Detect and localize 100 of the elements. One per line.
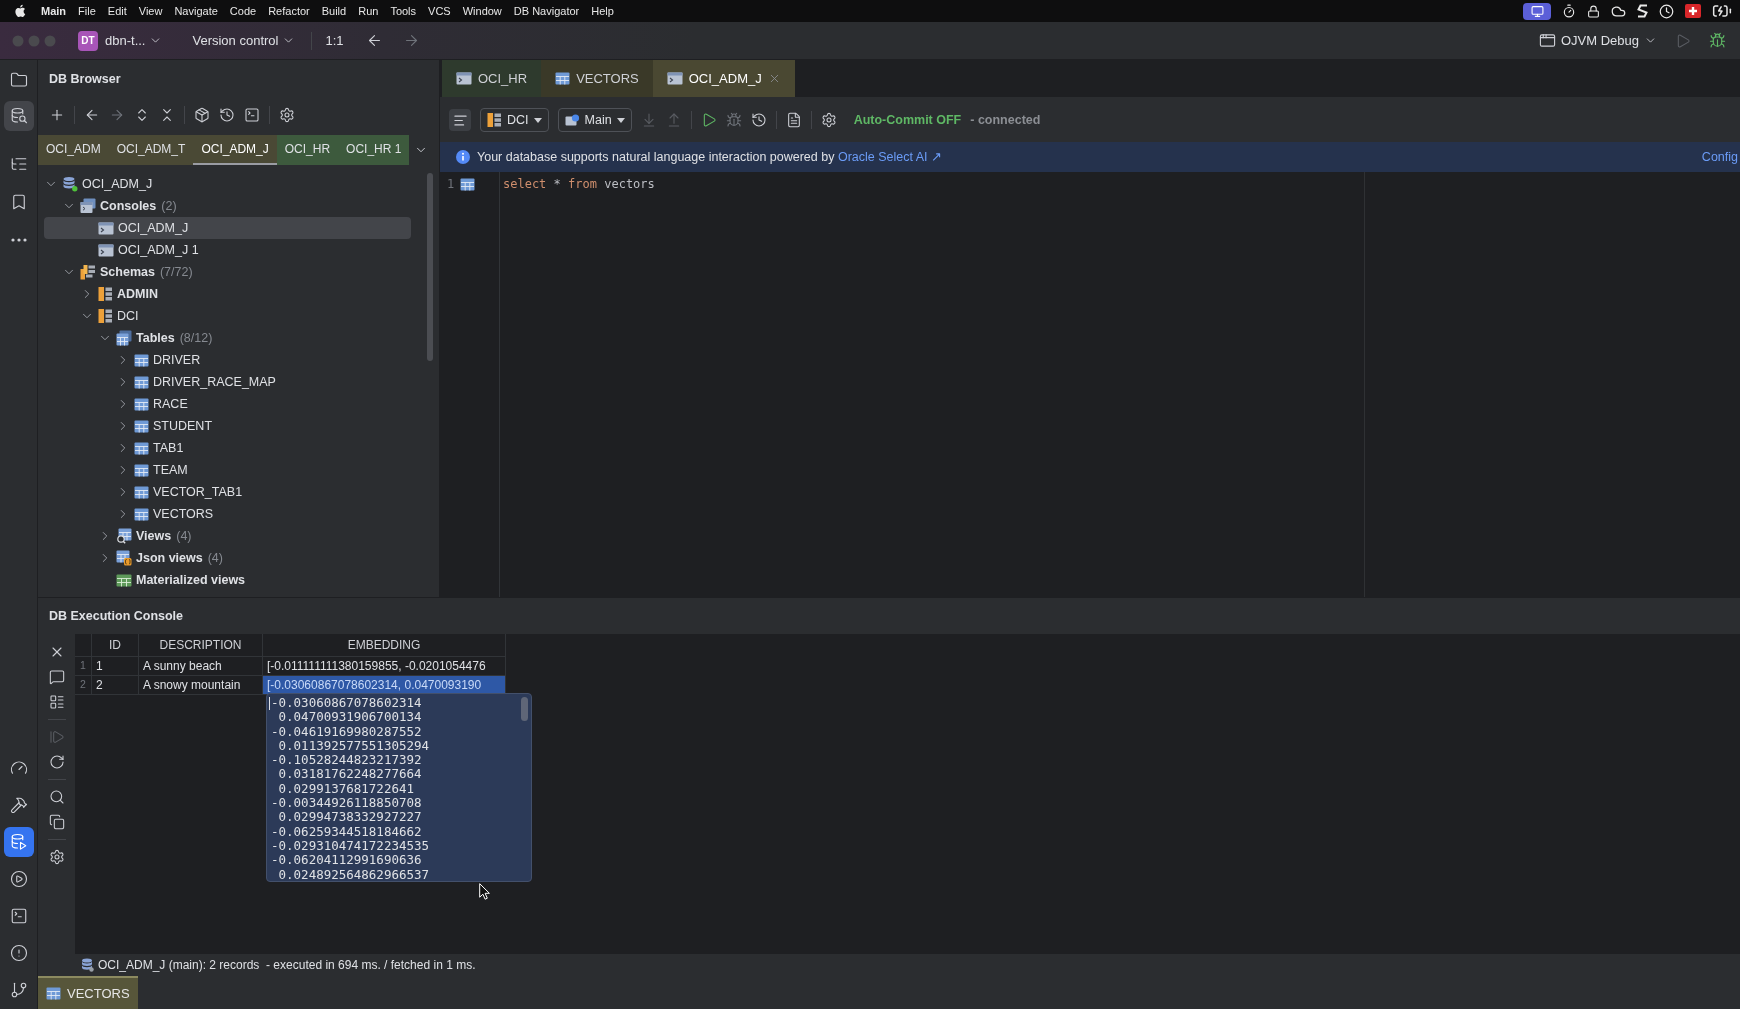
- schema-dropdown[interactable]: DCI: [480, 108, 549, 132]
- menu-item[interactable]: Help: [591, 2, 614, 20]
- database-icon: [81, 958, 94, 972]
- scrollbar-thumb[interactable]: [427, 173, 433, 361]
- tool-window-button[interactable]: [3, 827, 34, 857]
- history-icon[interactable]: [219, 107, 235, 123]
- tree-item[interactable]: Materialized views: [44, 569, 252, 591]
- screen-share-icon[interactable]: [1523, 2, 1551, 20]
- tree-item[interactable]: Consoles (2): [44, 195, 183, 217]
- mouse-pointer-icon: [479, 883, 490, 900]
- tree-item[interactable]: OCI_ADM_J: [44, 217, 411, 239]
- history-icon[interactable]: [750, 112, 767, 128]
- menu-item[interactable]: Build: [321, 2, 347, 20]
- apple-icon[interactable]: [14, 4, 26, 18]
- connection-tab[interactable]: OCI_HR: [276, 135, 339, 165]
- run-configuration-selector[interactable]: OJVM Debug: [1538, 30, 1657, 51]
- tree-item[interactable]: Json views (4): [44, 547, 229, 569]
- lock-icon[interactable]: [1587, 4, 1600, 18]
- table-icon: [134, 397, 149, 411]
- editor-tab[interactable]: OCI_ADM_J: [652, 60, 795, 97]
- tree-item[interactable]: STUDENT: [44, 415, 219, 437]
- editor-tab[interactable]: OCI_HR: [442, 60, 542, 97]
- terminal-icon[interactable]: [244, 107, 260, 123]
- timer-icon[interactable]: [1562, 4, 1576, 18]
- tree-item[interactable]: VECTOR_TAB1: [44, 481, 249, 503]
- connection-tab[interactable]: OCI_ADM_T: [108, 135, 194, 165]
- menu-item[interactable]: Run: [358, 2, 379, 20]
- document-icon[interactable]: [785, 112, 802, 128]
- copy-icon[interactable]: [48, 814, 65, 830]
- vcs-menu[interactable]: Version control: [192, 30, 296, 51]
- tree-item[interactable]: TEAM: [44, 459, 194, 481]
- session-dropdown[interactable]: Main: [557, 108, 632, 132]
- cloud-icon[interactable]: [1611, 3, 1626, 19]
- caret-down-icon: [533, 117, 542, 123]
- package-icon[interactable]: [194, 107, 210, 123]
- menu-item[interactable]: Edit: [107, 2, 127, 20]
- tree-item[interactable]: DRIVER: [44, 349, 207, 371]
- menu-item[interactable]: DB Navigator: [513, 2, 580, 20]
- project-selector[interactable]: dbn-t...: [105, 30, 163, 51]
- value-popup[interactable]: [266, 693, 532, 882]
- tree-item[interactable]: ADMIN: [44, 283, 164, 305]
- select-ai-link[interactable]: Oracle Select AI ↗: [837, 149, 943, 164]
- align-left-icon[interactable]: [449, 109, 471, 131]
- text-cursor: [269, 696, 270, 710]
- tree-item[interactable]: OCI_ADM_J 1: [44, 239, 205, 261]
- speech-bubble-icon[interactable]: [48, 669, 65, 685]
- connection-tab[interactable]: OCI_ADM: [38, 135, 109, 165]
- list-layout-icon[interactable]: [48, 694, 65, 710]
- menu-item[interactable]: Tools: [390, 2, 417, 20]
- line-number: 1: [447, 176, 455, 193]
- tree-item[interactable]: VECTORS: [44, 503, 220, 525]
- table-json-icon: [116, 550, 132, 566]
- forward-arrow-icon[interactable]: [109, 107, 125, 123]
- tree-item[interactable]: TAB1: [44, 437, 190, 459]
- config-link[interactable]: Config: [1701, 147, 1738, 167]
- settings-icon[interactable]: [820, 112, 837, 128]
- connection-tab[interactable]: OCI_HR 1: [338, 135, 410, 165]
- menu-item[interactable]: VCS: [428, 2, 451, 20]
- column-header[interactable]: DESCRIPTION: [139, 634, 263, 657]
- zigzag-icon[interactable]: [1637, 4, 1648, 18]
- column-header[interactable]: EMBEDDING: [263, 634, 506, 657]
- window-icon: [1538, 32, 1556, 49]
- column-header[interactable]: ID: [92, 634, 139, 657]
- tree-item[interactable]: Views (4): [44, 525, 198, 547]
- settings-icon[interactable]: [279, 107, 295, 123]
- result-tab[interactable]: VECTORS: [38, 976, 138, 1009]
- more-icon: [10, 238, 27, 242]
- tree-item[interactable]: DRIVER_RACE_MAP: [44, 371, 282, 393]
- search-icon[interactable]: [48, 789, 65, 805]
- menu-item[interactable]: Navigate: [174, 2, 218, 20]
- refresh-icon[interactable]: [48, 754, 65, 770]
- settings-icon[interactable]: [48, 849, 65, 865]
- flag-icon[interactable]: [1685, 4, 1701, 18]
- tool-window-button[interactable]: [3, 101, 34, 131]
- connection-tab[interactable]: OCI_ADM_J: [193, 135, 277, 165]
- tree-item[interactable]: DCI: [44, 305, 145, 327]
- debug-icon[interactable]: [725, 112, 742, 128]
- menu-item[interactable]: Main: [41, 2, 67, 20]
- vector-value: -0.06259344518184662: [271, 824, 422, 839]
- menu-item[interactable]: Window: [462, 2, 502, 20]
- scrollbar-thumb[interactable]: [521, 697, 528, 721]
- project-badge: DT: [78, 30, 98, 51]
- editor-tab[interactable]: VECTORS: [541, 60, 653, 97]
- menu-item[interactable]: File: [78, 2, 96, 20]
- tree-item[interactable]: RACE: [44, 393, 194, 415]
- item-count: (7/72): [159, 263, 193, 281]
- clock-icon[interactable]: [1659, 3, 1674, 19]
- tree-item[interactable]: Tables (8/12): [44, 327, 219, 349]
- debug-icon[interactable]: [1709, 32, 1726, 49]
- schema-icon: [98, 286, 113, 302]
- tree-item[interactable]: OCI_ADM_J: [44, 173, 159, 195]
- auto-commit-status[interactable]: Auto-Commit OFF: [853, 110, 962, 130]
- item-count: (8/12): [179, 329, 213, 347]
- plus-icon[interactable]: [49, 107, 65, 123]
- console-icon: [98, 243, 114, 257]
- connection-status: - connected: [970, 111, 1041, 129]
- menu-item[interactable]: Code: [229, 2, 257, 20]
- menu-item[interactable]: Refactor: [268, 2, 310, 20]
- menu-item[interactable]: View: [138, 2, 163, 20]
- tree-item[interactable]: Schemas (7/72): [44, 261, 199, 283]
